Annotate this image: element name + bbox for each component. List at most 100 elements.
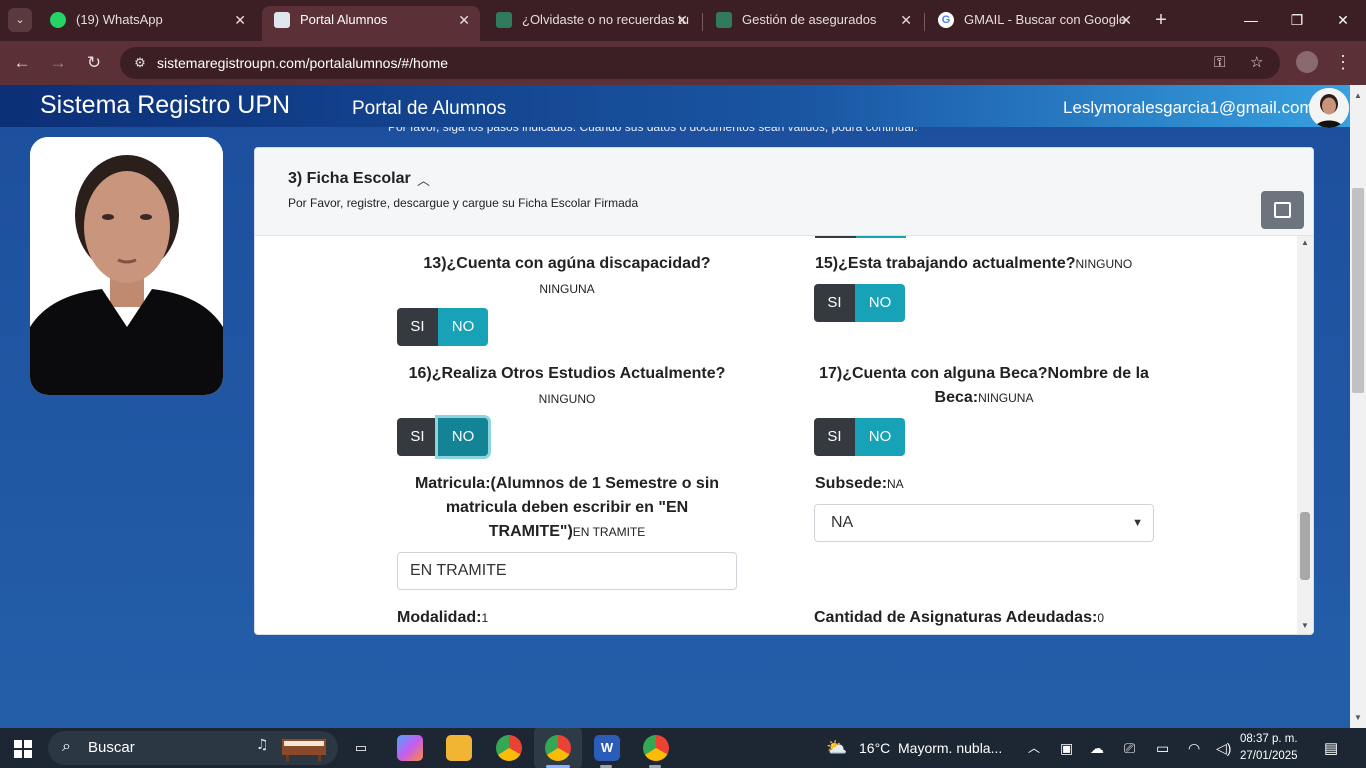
wifi-icon[interactable]: ◠ <box>1188 728 1200 768</box>
page-scrollbar[interactable]: ▲ ▼ <box>1350 85 1366 728</box>
portal-title: Portal de Alumnos <box>352 98 507 119</box>
browser-menu-icon[interactable]: ⋮ <box>1332 51 1354 73</box>
weather-text[interactable]: Mayorm. nubla... <box>898 728 1002 768</box>
tab-gmail-google[interactable]: G GMAIL - Buscar con Google ✕ <box>926 6 1142 41</box>
matricula-label: Matricula:(Alumnos de 1 Semestre o sin m… <box>397 472 737 544</box>
profile-avatar-icon[interactable] <box>1296 51 1318 73</box>
chevron-up-icon[interactable]: ︿ <box>417 170 430 189</box>
tab-gestion-asegurados[interactable]: Gestión de asegurados ✕ <box>704 6 922 41</box>
bookmark-star-icon[interactable]: ☆ <box>1250 53 1263 73</box>
q17-question-line2-wrap: Beca:NINGUNA <box>814 386 1154 410</box>
q16-si-button[interactable]: SI <box>397 418 438 456</box>
chrome-icon[interactable] <box>496 735 522 761</box>
task-view-icon[interactable]: ▭ <box>348 735 374 761</box>
q13-question: 13)¿Cuenta con agúna discapacidad? <box>423 255 711 272</box>
close-window-button[interactable]: ✕ <box>1320 8 1366 32</box>
back-button[interactable]: ← <box>10 51 34 75</box>
q15-label: 15)¿Esta trabajando actualmente?NINGUNO <box>815 252 1215 276</box>
tab-title: GMAIL - Buscar con Google <box>964 12 1127 27</box>
student-portrait <box>30 137 223 395</box>
device-icon[interactable]: ⎚ <box>1124 728 1135 768</box>
q13-si-button[interactable]: SI <box>397 308 438 346</box>
student-photo <box>30 137 223 395</box>
weather-icon[interactable]: ⛅ <box>826 728 847 768</box>
weather-temp[interactable]: 16°C <box>859 728 890 768</box>
system-clock[interactable]: 08:37 p. m. 27/01/2025 <box>1240 731 1298 765</box>
asignaturas-question: Cantidad de Asignaturas Adeudadas: <box>814 609 1098 626</box>
forward-button[interactable]: → <box>46 51 70 75</box>
card-header[interactable]: 3) Ficha Escolar ︿ Por Favor, registre, … <box>255 148 1313 236</box>
page-scroll-thumb[interactable] <box>1352 188 1364 393</box>
word-icon[interactable]: W <box>594 735 620 761</box>
close-icon[interactable]: ✕ <box>458 6 470 34</box>
tab-olvidaste[interactable]: ¿Olvidaste o no recuerdas tu ✕ <box>484 6 698 41</box>
address-bar[interactable]: ⚙ sistemaregistroupn.com/portalalumnos/#… <box>120 47 1280 79</box>
battery-icon[interactable]: ▭ <box>1156 728 1169 768</box>
site-info-icon[interactable]: ⚙ <box>130 53 150 73</box>
matricula-line1: Matricula:(Alumnos de 1 Semestre o sin <box>414 475 720 492</box>
matricula-input[interactable]: EN TRAMITE <box>397 552 737 590</box>
subsede-select[interactable]: NA ▼ <box>814 504 1154 542</box>
tab-separator <box>924 13 925 31</box>
close-icon[interactable]: ✕ <box>1120 6 1132 34</box>
chrome-profile2-icon[interactable] <box>643 735 669 761</box>
modalidad-question: Modalidad: <box>397 609 482 626</box>
browser-toolbar: ← → ↻ ⚙ sistemaregistroupn.com/portalalu… <box>0 41 1366 85</box>
card-subtitle: Por Favor, registre, descargue y cargue … <box>288 196 639 210</box>
windows-taskbar: ⌕ Buscar ♫ ▭ W ⛅ 16°C Mayorm. nubla... ︿… <box>0 728 1366 768</box>
taskbar-search[interactable]: ⌕ Buscar ♫ <box>48 731 338 765</box>
q17-label: 17)¿Cuenta con alguna Beca?Nombre de la … <box>814 362 1154 410</box>
matricula-line2: matricula deben escribir en "EN <box>445 499 689 516</box>
notifications-icon[interactable]: ▤ <box>1324 739 1338 757</box>
chevron-up-icon[interactable]: ︿ <box>1028 728 1040 768</box>
expand-button[interactable] <box>1261 191 1304 229</box>
q16-question: 16)¿Realiza Otros Estudios Actualmente? <box>408 365 726 382</box>
clock-time: 08:37 p. m. <box>1240 733 1298 745</box>
q16-label: 16)¿Realiza Otros Estudios Actualmente? <box>397 362 737 386</box>
tab-search-button[interactable]: ⌄ <box>8 8 32 32</box>
minimize-button[interactable]: — <box>1228 8 1274 32</box>
scroll-up-arrow-icon[interactable]: ▲ <box>1301 238 1309 247</box>
scroll-down-arrow-icon[interactable]: ▼ <box>1301 621 1309 630</box>
password-key-icon[interactable]: ⚿ <box>1214 53 1225 73</box>
clock-date: 27/01/2025 <box>1240 750 1298 762</box>
q15-no-button[interactable]: NO <box>855 284 905 322</box>
q16-no-button[interactable]: NO <box>438 418 488 456</box>
scroll-down-arrow-icon[interactable]: ▼ <box>1354 713 1362 722</box>
reload-button[interactable]: ↻ <box>82 51 106 75</box>
ficha-escolar-card: 3) Ficha Escolar ︿ Por Favor, registre, … <box>254 147 1314 635</box>
previous-si-button[interactable] <box>815 236 856 238</box>
whatsapp-icon <box>50 12 66 28</box>
q13-no-button[interactable]: NO <box>438 308 488 346</box>
previous-no-button[interactable] <box>856 236 906 238</box>
windows-start-icon[interactable] <box>14 740 32 758</box>
card-title[interactable]: 3) Ficha Escolar <box>288 170 411 188</box>
tab-title: ¿Olvidaste o no recuerdas tu <box>522 12 689 27</box>
restore-button[interactable]: ❐ <box>1274 8 1320 32</box>
search-icon: ⌕ <box>62 738 71 755</box>
scroll-thumb[interactable] <box>1300 512 1310 580</box>
close-icon[interactable]: ✕ <box>234 6 246 34</box>
new-tab-button[interactable]: + <box>1150 8 1172 32</box>
tab-title: Portal Alumnos <box>300 12 388 27</box>
user-avatar[interactable] <box>1309 88 1349 128</box>
q15-si-button[interactable]: SI <box>814 284 855 322</box>
q15-answer: NINGUNO <box>1075 257 1133 271</box>
q17-no-button[interactable]: NO <box>855 418 905 456</box>
close-icon[interactable]: ✕ <box>676 6 688 34</box>
close-icon[interactable]: ✕ <box>900 6 912 34</box>
q17-si-button[interactable]: SI <box>814 418 855 456</box>
chrome-profile-icon[interactable] <box>545 735 571 761</box>
copilot-icon[interactable] <box>397 735 423 761</box>
volume-icon[interactable]: ◁) <box>1216 728 1231 768</box>
brand-title[interactable]: Sistema Registro UPN <box>40 91 290 120</box>
meet-now-icon[interactable]: ▣ <box>1060 728 1073 768</box>
tab-portal-alumnos[interactable]: Portal Alumnos ✕ <box>262 6 480 41</box>
chevron-down-icon: ▼ <box>1132 517 1143 529</box>
tab-whatsapp[interactable]: (19) WhatsApp ✕ <box>38 6 256 41</box>
file-explorer-icon[interactable] <box>446 735 472 761</box>
form-scrollbar[interactable]: ▲ ▼ <box>1297 236 1313 634</box>
onedrive-cloud-icon[interactable]: ☁ <box>1090 728 1104 768</box>
scroll-up-arrow-icon[interactable]: ▲ <box>1354 91 1362 100</box>
google-icon: G <box>938 12 954 28</box>
